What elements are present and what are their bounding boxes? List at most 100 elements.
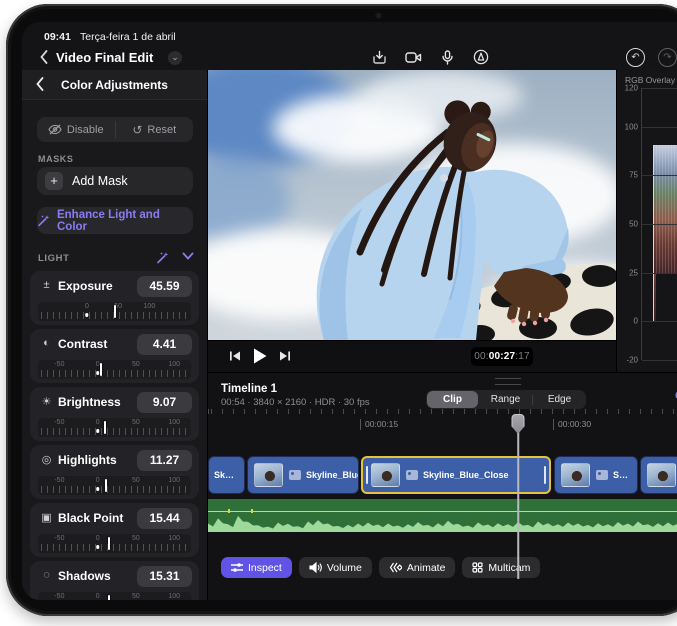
- video-preview: [208, 70, 616, 340]
- annotate-icon[interactable]: [472, 48, 490, 66]
- main-area: 00:00:27:17 RGB Overlay 1201007550: [208, 70, 677, 600]
- slider-label: Contrast: [58, 337, 107, 351]
- project-title[interactable]: Video Final Edit: [56, 50, 153, 65]
- slider-ruler[interactable]: -50050100: [38, 476, 191, 495]
- redo-icon[interactable]: ↷: [658, 48, 677, 67]
- timecode-display[interactable]: 00:00:27:17: [471, 347, 533, 366]
- playhead-handle[interactable]: [512, 414, 525, 434]
- playhead-line: [517, 430, 519, 579]
- volume-button[interactable]: Volume: [299, 557, 372, 578]
- multicam-grid-icon: [472, 562, 483, 573]
- slider-thumb[interactable]: [105, 479, 107, 492]
- speaker-icon: [309, 562, 322, 573]
- button-label: Multicam: [488, 562, 530, 574]
- slider-ruler[interactable]: -50050100: [38, 360, 191, 379]
- slider-exposure[interactable]: ±Exposure45.59050100: [30, 271, 199, 325]
- inspect-button[interactable]: Inspect: [221, 557, 292, 578]
- clip-s…[interactable]: S…: [554, 456, 638, 494]
- timeline-drag-handle[interactable]: [495, 378, 521, 385]
- slider-highlights[interactable]: ◎Highlights11.27-50050100: [30, 445, 199, 499]
- disable-button[interactable]: Disable: [37, 117, 115, 142]
- inspect-sliders-icon: [231, 562, 243, 573]
- clip-label: Sk…: [214, 470, 234, 480]
- timeline-ruler[interactable]: [208, 409, 677, 420]
- mode-edge[interactable]: Edge: [534, 391, 585, 408]
- multicam-button[interactable]: Multicam: [462, 557, 540, 578]
- eye-slash-icon: [48, 124, 62, 135]
- slider-label: Shadows: [58, 569, 111, 583]
- enhance-light-color-button[interactable]: Enhance Light and Color: [37, 207, 193, 234]
- panel-title: Color Adjustments: [22, 78, 207, 92]
- scope-gridline: [642, 175, 677, 176]
- audio-peak-marker: [251, 509, 253, 513]
- slider-thumb[interactable]: [114, 305, 116, 318]
- scope-gridline: [642, 88, 677, 89]
- slider-value[interactable]: 4.41: [137, 334, 192, 355]
- slider-thumb[interactable]: [100, 363, 102, 376]
- slider-contrast[interactable]: ◐Contrast4.41-50050100: [30, 329, 199, 383]
- play-icon[interactable]: [252, 347, 268, 365]
- slider-black-point[interactable]: ▣Black Point15.44-50050100: [30, 503, 199, 557]
- button-label: Volume: [327, 562, 362, 574]
- animate-button[interactable]: Animate: [379, 557, 456, 578]
- timeline-meta: 00:54 · 3840 × 2160 · HDR · 30 fps: [221, 397, 370, 408]
- camera-icon[interactable]: [404, 48, 422, 66]
- slider-ruler[interactable]: -50050100: [38, 534, 191, 553]
- light-auto-wand-icon[interactable]: [156, 251, 169, 264]
- content: Color Adjustments Disable ↺ Reset: [22, 70, 677, 600]
- audio-track[interactable]: [208, 499, 677, 532]
- clip-skyline_blue_wide[interactable]: Skyline_Blue_Wide: [247, 456, 359, 494]
- mode-clip[interactable]: Clip: [427, 391, 478, 408]
- scope-axis-label: 50: [629, 220, 638, 229]
- scope-gridline: [642, 360, 677, 361]
- scope-axis-label: 25: [629, 268, 638, 277]
- photo-icon: [406, 470, 418, 480]
- scope-gridline: [642, 127, 677, 128]
- slider-value[interactable]: 15.44: [137, 508, 192, 529]
- light-collapse-chevron-icon[interactable]: [182, 252, 194, 260]
- scope-gridline: [642, 321, 677, 322]
- timeline: Timeline 1 00:54 · 3840 × 2160 · HDR · 3…: [208, 372, 677, 600]
- magic-wand-icon: [37, 214, 50, 227]
- slider-label: Black Point: [58, 511, 123, 525]
- plus-icon: +: [45, 172, 63, 190]
- reset-button[interactable]: ↺ Reset: [116, 117, 194, 142]
- clip-label: Skyline_Blue_Wide: [306, 470, 359, 480]
- photo-icon: [596, 470, 608, 480]
- undo-icon[interactable]: ↶: [626, 48, 645, 67]
- photo-icon: [289, 470, 301, 480]
- slider-label: Brightness: [58, 395, 121, 409]
- status-bar: 09:41 Terça-feira 1 de abril: [22, 22, 677, 46]
- slider-ruler[interactable]: -50050100: [38, 418, 191, 437]
- slider-value[interactable]: 11.27: [137, 450, 192, 471]
- slider-thumb[interactable]: [108, 595, 110, 600]
- title-menu-chevron-icon[interactable]: ⌄: [168, 51, 182, 65]
- slider-value[interactable]: 9.07: [137, 392, 192, 413]
- slider-value[interactable]: 15.31: [137, 566, 192, 587]
- slider-ruler[interactable]: 050100: [38, 302, 191, 321]
- brightness-icon: ☀: [40, 395, 53, 408]
- slider-shadows[interactable]: ◌Shadows15.31-50050100: [30, 561, 199, 600]
- clock: 09:41: [44, 31, 71, 43]
- back-chevron-icon[interactable]: [40, 50, 48, 64]
- audio-volume-line[interactable]: [208, 511, 677, 512]
- scope-waveform: [653, 145, 677, 273]
- import-icon[interactable]: [370, 48, 388, 66]
- slider-ruler[interactable]: -50050100: [38, 592, 191, 600]
- skip-to-end-icon[interactable]: [278, 349, 292, 363]
- clip-sk…[interactable]: Sk…: [208, 456, 245, 494]
- slider-brightness[interactable]: ☀ Brightness 9.07 -50050100: [30, 387, 199, 441]
- add-mask-button[interactable]: + Add Mask: [37, 167, 193, 195]
- ruler-timestamp: 00:00:15: [360, 419, 398, 430]
- mode-range[interactable]: Range: [480, 391, 531, 408]
- slider-thumb[interactable]: [104, 421, 106, 434]
- slider-value[interactable]: 45.59: [137, 276, 192, 297]
- clip-partial[interactable]: [640, 456, 677, 494]
- rgb-overlay-scope: RGB Overlay 1201007550250-20: [616, 70, 677, 372]
- viewer-column: 00:00:27:17: [208, 70, 616, 372]
- skip-to-start-icon[interactable]: [228, 349, 242, 363]
- slider-thumb[interactable]: [108, 537, 110, 550]
- microphone-icon[interactable]: [438, 48, 456, 66]
- scope-axis-label: 100: [625, 122, 638, 131]
- clip-skyline_blue_close[interactable]: Skyline_Blue_Close: [361, 456, 551, 494]
